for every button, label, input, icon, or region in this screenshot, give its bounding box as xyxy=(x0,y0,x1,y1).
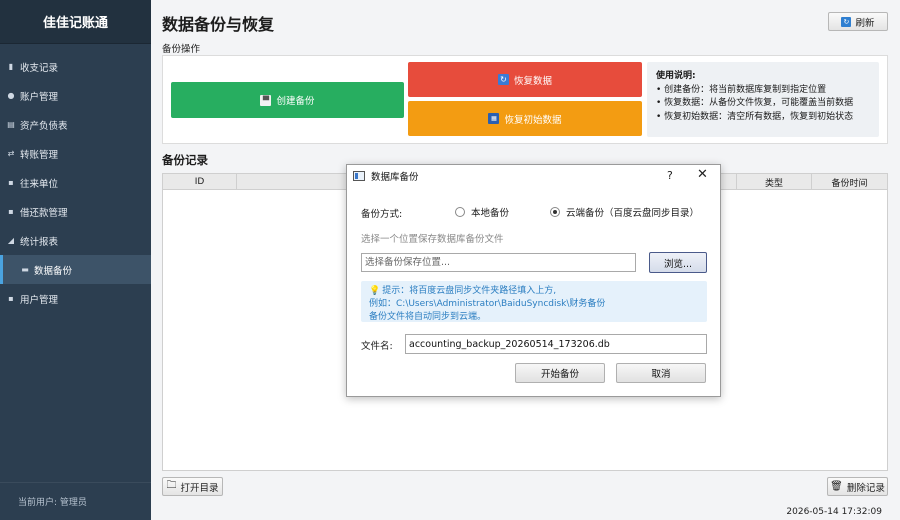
usage-line: • 恢复数据：从备份文件恢复，可能覆盖当前数据 xyxy=(656,98,854,108)
tip-line: 例如：C:\Users\Administrator\BaiduSyncdisk\… xyxy=(369,298,606,309)
usage-instructions: 使用说明: • 创建备份：将当前数据库复制到指定位置 • 恢复数据：从备份文件恢… xyxy=(647,62,879,137)
column-header-backup-time[interactable]: 备份时间 xyxy=(812,174,887,190)
radio-indicator-selected xyxy=(550,207,560,217)
sidebar-nav: ▮ 收支记录 ● 账户管理 ▤ 资产负债表 ⇄ 转账管理 ▪ 往来单位 ▪ 借还款管理 ◢ 统… xyxy=(0,52,151,313)
sidebar-item-income-expense[interactable]: ▮ 收支记录 xyxy=(0,52,151,81)
open-directory-button[interactable]: 🗀 打开目录 xyxy=(162,477,223,496)
create-backup-label: 创建备份 xyxy=(276,96,315,107)
sidebar-item-label: 统计报表 xyxy=(20,236,59,248)
sidebar-item-label: 资产负债表 xyxy=(20,120,68,132)
column-header-id[interactable]: ID xyxy=(163,174,237,190)
restore-data-button[interactable]: ↻ 恢复数据 xyxy=(408,62,642,97)
open-directory-label: 打开目录 xyxy=(180,482,219,494)
usage-line: • 恢复初始数据：清空所有数据，恢复到初始状态 xyxy=(656,111,854,122)
create-backup-button[interactable]: ▀ 创建备份 xyxy=(171,82,404,118)
tip-line: 提示：将百度云盘同步文件夹路径填入上方, xyxy=(382,286,557,296)
wallet-icon: ● xyxy=(7,91,15,100)
tip-line: 备份文件将自动同步到云端。 xyxy=(369,311,487,322)
radio-indicator xyxy=(455,207,465,217)
usage-line: • 创建备份：将当前数据库复制到指定位置 xyxy=(656,84,827,95)
app-title: 佳佳记账通 xyxy=(0,0,151,44)
ops-section-label: 备份操作 xyxy=(162,44,201,55)
sidebar-item-label: 借还款管理 xyxy=(20,207,68,219)
delete-record-label: 删除记录 xyxy=(846,482,885,494)
page-title: 数据备份与恢复 xyxy=(162,15,275,34)
backup-icon: ▬ xyxy=(21,265,29,274)
sidebar-item-contacts[interactable]: ▪ 往来单位 xyxy=(0,168,151,197)
records-title: 备份记录 xyxy=(162,153,208,167)
filename-label: 文件名: xyxy=(361,341,393,352)
sidebar-item-label: 转账管理 xyxy=(20,149,59,161)
status-timestamp: 2026-05-14 17:32:09 xyxy=(786,507,882,517)
start-backup-button[interactable]: 开始备份 xyxy=(515,363,605,383)
sidebar-item-label: 收支记录 xyxy=(20,62,59,74)
restore-icon: ↻ xyxy=(497,74,509,85)
cloud-backup-radio[interactable]: 云端备份（百度云盘同步目录） xyxy=(550,205,699,219)
dialog-titlebar[interactable]: 数据库备份 xyxy=(347,165,720,187)
cloud-tip-box: 💡 提示：将百度云盘同步文件夹路径填入上方, 例如：C:\Users\Admini… xyxy=(361,281,707,322)
delete-record-button[interactable]: 🗑 删除记录 xyxy=(827,477,888,496)
sidebar-item-accounts[interactable]: ● 账户管理 xyxy=(0,81,151,110)
refresh-button[interactable]: ↻ 刷新 xyxy=(828,12,888,31)
refresh-icon: ↻ xyxy=(841,16,852,27)
sidebar-item-loans[interactable]: ▪ 借还款管理 xyxy=(0,197,151,226)
current-user: 当前用户: 管理员 xyxy=(0,482,151,520)
sidebar-item-label: 账户管理 xyxy=(20,91,59,103)
sidebar-item-balance-sheet[interactable]: ▤ 资产负债表 xyxy=(0,110,151,139)
sidebar-item-label: 数据备份 xyxy=(34,265,73,277)
report-icon: ◢ xyxy=(7,236,15,245)
contacts-icon: ▪ xyxy=(8,178,14,187)
reset-icon: ▦ xyxy=(488,113,500,124)
window-icon xyxy=(353,171,365,181)
sidebar-item-label: 往来单位 xyxy=(20,178,59,190)
filename-input[interactable] xyxy=(405,334,707,354)
trash-icon: 🗑 xyxy=(830,481,843,492)
cancel-button[interactable]: 取消 xyxy=(616,363,706,383)
sidebar-item-users[interactable]: ▪ 用户管理 xyxy=(0,284,151,313)
folder-icon: 🗀 xyxy=(166,480,177,491)
sidebar-item-reports[interactable]: ◢ 统计报表 xyxy=(0,226,151,255)
disk-icon: ▀ xyxy=(260,94,272,106)
browse-button[interactable]: 浏览... xyxy=(649,252,707,273)
local-backup-label: 本地备份 xyxy=(471,208,510,219)
loan-icon: ▪ xyxy=(8,207,14,216)
ledger-icon: ▤ xyxy=(7,120,15,129)
sidebar-item-label: 用户管理 xyxy=(20,294,59,306)
local-backup-radio[interactable]: 本地备份 xyxy=(455,205,509,219)
close-icon[interactable]: ✕ xyxy=(697,167,708,182)
chart-icon: ▮ xyxy=(8,62,14,71)
dialog-title: 数据库备份 xyxy=(371,172,419,183)
restore-initial-data-button[interactable]: ▦ 恢复初始数据 xyxy=(408,101,642,136)
backup-operations-panel: ▀ 创建备份 ↻ 恢复数据 ▦ 恢复初始数据 使用说明: • 创建备份：将当前数… xyxy=(162,55,888,144)
user-icon: ▪ xyxy=(8,294,14,303)
restore-data-label: 恢复数据 xyxy=(513,75,552,87)
sidebar-item-transfer[interactable]: ⇄ 转账管理 xyxy=(0,139,151,168)
lightbulb-icon: 💡 xyxy=(369,286,381,296)
database-backup-dialog: 数据库备份 ? ✕ 备份方式: 本地备份 云端备份（百度云盘同步目录） 选择一个… xyxy=(346,164,721,397)
restore-initial-label: 恢复初始数据 xyxy=(504,114,562,126)
transfer-icon: ⇄ xyxy=(7,149,15,158)
help-button[interactable]: ? xyxy=(667,169,673,182)
cloud-backup-label: 云端备份（百度云盘同步目录） xyxy=(566,208,700,219)
backup-method-label: 备份方式: xyxy=(361,209,403,220)
column-header-type[interactable]: 类型 xyxy=(737,174,812,190)
location-hint: 选择一个位置保存数据库备份文件 xyxy=(361,234,504,245)
backup-path-input[interactable] xyxy=(361,253,636,272)
usage-heading: 使用说明: xyxy=(656,71,696,81)
refresh-label: 刷新 xyxy=(855,17,875,29)
sidebar-item-data-backup[interactable]: ▬ 数据备份 xyxy=(0,255,151,284)
sidebar: 佳佳记账通 ▮ 收支记录 ● 账户管理 ▤ 资产负债表 ⇄ 转账管理 ▪ 往来单位 ▪ 借还… xyxy=(0,0,151,520)
